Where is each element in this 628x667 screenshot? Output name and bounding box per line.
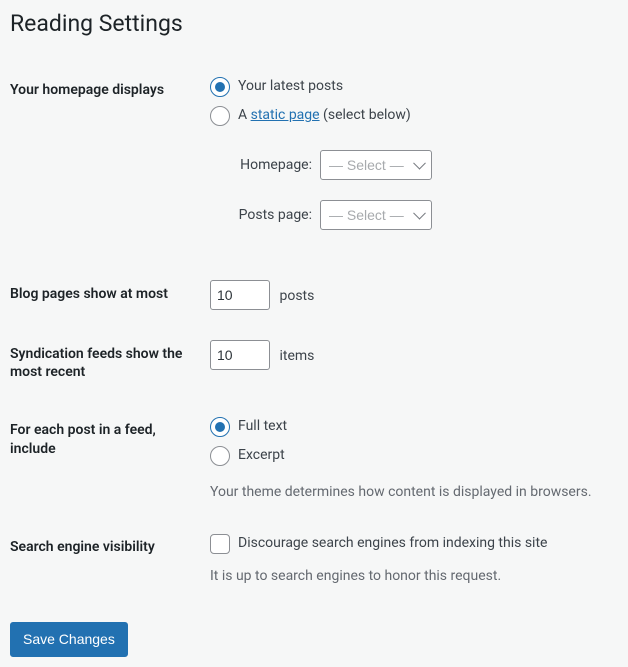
- save-changes-button[interactable]: Save Changes: [10, 622, 128, 657]
- radio-latest-posts-label: Your latest posts: [238, 76, 343, 97]
- static-page-prefix: A: [238, 107, 251, 123]
- radio-excerpt-label: Excerpt: [238, 445, 285, 466]
- posts-page-select[interactable]: — Select —: [320, 200, 432, 230]
- static-page-suffix: (select below): [320, 107, 411, 123]
- syndication-label: Syndication feeds show the most recent: [10, 325, 210, 401]
- feed-include-label: For each post in a feed, include: [10, 401, 210, 518]
- radio-full-text-label: Full text: [238, 416, 287, 437]
- homepage-select[interactable]: — Select —: [320, 150, 432, 180]
- feed-note: Your theme determines how content is dis…: [210, 482, 608, 503]
- settings-form: Your homepage displays Your latest posts…: [10, 61, 618, 602]
- radio-latest-posts[interactable]: [210, 77, 230, 97]
- homepage-displays-label: Your homepage displays: [10, 61, 210, 265]
- posts-page-select-label: Posts page:: [230, 205, 320, 226]
- blog-pages-label: Blog pages show at most: [10, 265, 210, 325]
- static-page-link[interactable]: static page: [251, 107, 320, 123]
- radio-excerpt[interactable]: [210, 446, 230, 466]
- page-title: Reading Settings: [10, 10, 618, 37]
- homepage-select-label: Homepage:: [230, 155, 320, 176]
- blog-pages-input[interactable]: [210, 280, 270, 310]
- seo-note: It is up to search engines to honor this…: [210, 566, 608, 587]
- checkbox-discourage-seo-label: Discourage search engines from indexing …: [238, 533, 547, 554]
- checkbox-discourage-seo[interactable]: [210, 534, 230, 554]
- syndication-unit: items: [279, 348, 314, 364]
- radio-static-page[interactable]: [210, 106, 230, 126]
- radio-full-text[interactable]: [210, 417, 230, 437]
- blog-pages-unit: posts: [279, 288, 314, 304]
- radio-static-page-label: A static page (select below): [238, 105, 411, 126]
- seo-label: Search engine visibility: [10, 518, 210, 602]
- syndication-input[interactable]: [210, 340, 270, 370]
